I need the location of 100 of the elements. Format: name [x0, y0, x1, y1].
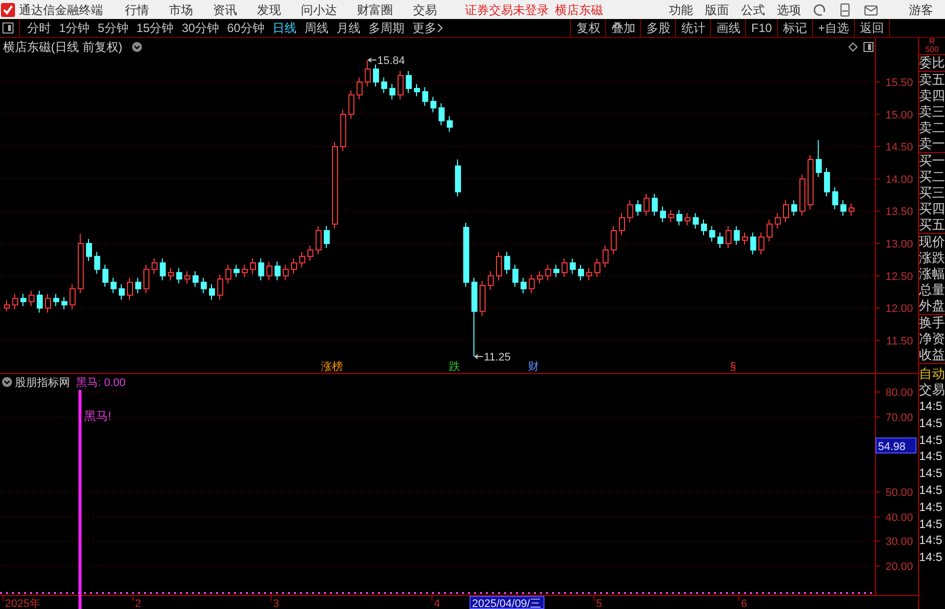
more-tab[interactable]: 更多: [408, 19, 448, 37]
candlestick: [463, 222, 470, 288]
candlestick: [808, 154, 814, 210]
candlestick: [94, 251, 100, 274]
low-price-label: 11.25: [484, 352, 511, 364]
indicator-axis-label: 80.00: [885, 387, 913, 399]
indicator-name: 股朋指标网: [15, 377, 70, 389]
time-axis-label: 2: [135, 598, 142, 609]
chevron-icon[interactable]: [2, 377, 12, 387]
candlestick: [324, 226, 330, 249]
menu-item[interactable]: 行情: [115, 0, 159, 18]
candlestick: [45, 293, 51, 314]
candlestick: [61, 296, 68, 310]
auto-label[interactable]: 自动: [919, 366, 945, 382]
toolbar-button[interactable]: F10: [745, 18, 777, 38]
candlestick: [160, 258, 166, 281]
quote-field-label: 买四: [919, 201, 945, 217]
candlestick: [242, 264, 248, 278]
candlestick: [78, 233, 84, 294]
period-tab[interactable]: 日线: [268, 19, 300, 37]
quote-header: R 500: [919, 38, 945, 55]
quote-field-label: 换手: [919, 315, 945, 331]
candlestick: [709, 226, 716, 242]
menu-item[interactable]: 资讯: [203, 0, 247, 18]
logo-icon: [0, 2, 16, 18]
candlestick: [774, 212, 781, 230]
menu-item[interactable]: 功能: [669, 0, 693, 18]
candlestick: [250, 258, 256, 274]
period-tab[interactable]: 月线: [332, 19, 364, 37]
candlestick: [200, 277, 207, 294]
toolbar-button[interactable]: 复权: [570, 18, 606, 38]
period-tab[interactable]: 5分钟: [94, 19, 132, 37]
candlestick: [791, 200, 798, 216]
toolbar-button[interactable]: 统计: [675, 18, 710, 38]
status-note[interactable]: 证券交易未登录: [465, 0, 549, 18]
status-note[interactable]: 横店东磁: [555, 0, 603, 18]
candlestick: [217, 274, 224, 300]
panel-toggle-icon[interactable]: [0, 21, 16, 35]
menu-item[interactable]: 交易: [403, 0, 447, 18]
toolbar-button[interactable]: 叠加: [605, 18, 640, 38]
quote-field-label: 现价: [919, 234, 945, 250]
menu-item[interactable]: 选项: [777, 0, 801, 18]
diamond-icon[interactable]: [848, 42, 858, 52]
panel-icon[interactable]: [864, 42, 874, 52]
candlestick: [783, 200, 789, 223]
menu-item[interactable]: 问小达: [291, 0, 347, 18]
quote-field-label: 买三: [919, 185, 945, 201]
period-tab[interactable]: 1分钟: [55, 19, 94, 37]
period-tab[interactable]: 15分钟: [132, 19, 178, 37]
event-marker: 涨榜: [321, 361, 343, 373]
indicator-axis-label: 30.00: [885, 536, 913, 548]
chevron-icon[interactable]: [132, 42, 142, 52]
phone-icon[interactable]: [839, 2, 851, 16]
trade-time: 14:5: [919, 432, 944, 448]
quote-field-label: 外盘: [919, 298, 945, 314]
candlestick: [799, 174, 806, 216]
toolbar-button[interactable]: 返回: [854, 18, 890, 38]
period-tab[interactable]: 分时: [23, 19, 55, 37]
period-tab[interactable]: 周线: [300, 19, 332, 37]
candlestick: [766, 219, 773, 242]
candlestick: [717, 232, 724, 249]
candlestick: [389, 83, 396, 100]
trade-time: 14:5: [919, 498, 944, 516]
toolbar-button[interactable]: +自选: [812, 18, 854, 38]
menu-item[interactable]: 发现: [247, 0, 291, 18]
menu-item[interactable]: 版面: [705, 0, 729, 18]
candlestick: [594, 258, 600, 278]
quote-field-label: 总量: [919, 282, 945, 298]
candlestick: [528, 274, 535, 294]
candlestick: [824, 167, 830, 197]
quote-field-label: 买五: [919, 217, 945, 233]
menu-item[interactable]: 市场: [159, 0, 203, 18]
trade-label[interactable]: 交易: [919, 382, 945, 398]
candlestick: [86, 238, 92, 262]
candlestick: [143, 264, 150, 294]
leader-line: [368, 58, 377, 63]
candlestick: [192, 270, 199, 288]
indicator-axis-label: 50.00: [885, 487, 913, 499]
refresh-icon[interactable]: [813, 2, 827, 16]
menu-item[interactable]: 财富圈: [347, 0, 403, 18]
candlestick: [414, 83, 420, 97]
quote-field-label: 涨幅: [919, 266, 945, 282]
period-tab[interactable]: 60分钟: [223, 19, 268, 37]
time-axis-label: 2025年: [5, 598, 40, 609]
period-tab[interactable]: 多周期: [364, 19, 408, 37]
toolbar-button[interactable]: 标记: [776, 18, 812, 38]
mail-icon[interactable]: [863, 2, 879, 16]
event-marker: §: [730, 361, 736, 373]
date-marker[interactable]: 2025/04/09/三: [470, 596, 544, 609]
candlestick: [225, 264, 232, 284]
candlestick: [635, 200, 642, 216]
candlestick: [176, 268, 182, 284]
toolbar-button[interactable]: 画线: [710, 18, 746, 38]
user-label[interactable]: 游客: [909, 0, 933, 18]
period-tab[interactable]: 30分钟: [178, 19, 224, 37]
menu-item[interactable]: 公式: [741, 0, 765, 18]
quote-field-label: 卖二: [919, 120, 945, 136]
toolbar-button[interactable]: 多股: [640, 18, 676, 38]
candlestick: [398, 70, 404, 100]
candlestick: [20, 293, 26, 307]
